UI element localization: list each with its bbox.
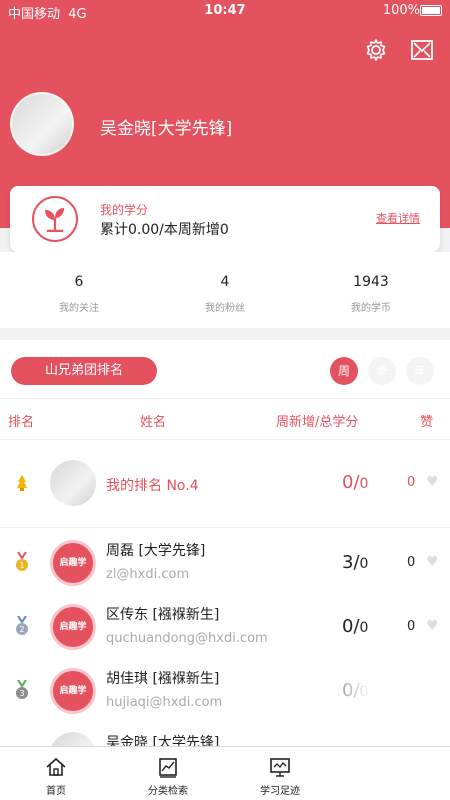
avatar: 启趣学 bbox=[50, 540, 96, 586]
avatar: 启趣学 bbox=[50, 668, 96, 714]
gear-icon[interactable] bbox=[364, 38, 388, 62]
medal-bronze-icon: 3 bbox=[16, 680, 28, 699]
member-email: hujiaqi@hxdi.com bbox=[106, 695, 223, 710]
my-rank-row[interactable]: 我的排名 No.4 0/0 0 ♥ bbox=[0, 440, 450, 528]
heart-icon[interactable]: ♥ bbox=[426, 618, 439, 634]
profile-avatar[interactable] bbox=[10, 92, 74, 156]
score-total: 0 bbox=[359, 620, 369, 636]
stat-followers[interactable]: 4 我的粉丝 bbox=[150, 274, 300, 314]
credit-value: 累计0.00/本周新增0 bbox=[100, 222, 229, 238]
bottom-tab-bar: 首页 分类检索 学习足迹 bbox=[0, 746, 450, 800]
message-icon[interactable] bbox=[410, 38, 434, 62]
group-ranking-button[interactable]: 山兄弟团排名 bbox=[11, 357, 157, 385]
svg-text:3: 3 bbox=[19, 689, 24, 698]
period-season-button[interactable]: 季 bbox=[368, 357, 396, 385]
profile-name: 吴金晓[大学先锋] bbox=[100, 119, 233, 139]
medal-silver-icon: 2 bbox=[16, 616, 28, 635]
member-name: 吴金晓 [大学先锋] bbox=[106, 735, 220, 746]
col-likes: 赞 bbox=[420, 415, 434, 430]
stat-label: 我的粉丝 bbox=[205, 303, 245, 314]
home-icon bbox=[46, 757, 66, 776]
thumb-up-icon bbox=[17, 475, 27, 491]
likes-count: 0 bbox=[407, 619, 416, 634]
col-score: 周新增/总学分 bbox=[276, 415, 359, 430]
stats-bar: 6 我的关注 4 我的粉丝 1943 我的学币 bbox=[0, 252, 450, 328]
svg-text:2: 2 bbox=[19, 625, 24, 634]
credit-card: 我的学分 累计0.00/本周新增0 查看详情 bbox=[10, 186, 440, 252]
stat-label: 我的关注 bbox=[59, 303, 99, 314]
score-week: 3/ bbox=[342, 552, 360, 573]
member-email: quchuandong@hxdi.com bbox=[106, 631, 268, 646]
tab-study-footprint[interactable]: 学习足迹 bbox=[224, 747, 336, 800]
col-name: 姓名 bbox=[140, 415, 167, 430]
ranking-table-header: 排名 姓名 周新增/总学分 赞 bbox=[0, 398, 450, 440]
col-rank: 排名 bbox=[8, 415, 35, 430]
table-row[interactable]: 2 启趣学 区传东 [襁褓新生] quchuandong@hxdi.com 0/… bbox=[0, 592, 450, 656]
avatar: 启趣学 bbox=[50, 604, 96, 650]
tab-category-search[interactable]: 分类检索 bbox=[112, 747, 224, 800]
svg-text:1: 1 bbox=[19, 561, 24, 570]
member-email: zl@hxdi.com bbox=[106, 567, 190, 582]
period-year-button[interactable]: 年 bbox=[406, 357, 434, 385]
tab-label: 分类检索 bbox=[148, 786, 188, 797]
avatar bbox=[50, 732, 96, 746]
score-week: 0/ bbox=[342, 472, 360, 493]
tab-home[interactable]: 首页 bbox=[0, 747, 112, 800]
likes-count: 0 bbox=[407, 475, 416, 490]
credit-title: 我的学分 bbox=[100, 203, 149, 217]
heart-icon[interactable]: ♥ bbox=[426, 474, 439, 490]
stat-number: 4 bbox=[220, 274, 230, 290]
stat-label: 我的学币 bbox=[351, 303, 391, 314]
sprout-icon bbox=[32, 196, 78, 242]
tab-label: 学习足迹 bbox=[260, 786, 300, 797]
period-week-button[interactable]: 周 bbox=[330, 357, 358, 385]
status-bar: 中国移动 4G 10:47 100% bbox=[0, 0, 450, 22]
monitor-icon bbox=[270, 758, 290, 777]
member-name: 区传东 [襁褓新生] bbox=[106, 607, 220, 623]
stat-coins[interactable]: 1943 我的学币 bbox=[296, 274, 446, 314]
battery-percent: 100% bbox=[382, 3, 420, 18]
score: 0/0 bbox=[342, 472, 368, 493]
score: 3/0 bbox=[342, 552, 368, 573]
score-total: 0 bbox=[359, 476, 369, 492]
my-rank-label: 我的排名 No.4 bbox=[106, 478, 199, 494]
stat-following[interactable]: 6 我的关注 bbox=[4, 274, 154, 314]
avatar bbox=[50, 460, 96, 506]
score: 0/0 bbox=[342, 616, 368, 637]
member-name: 周磊 [大学先锋] bbox=[106, 543, 206, 559]
tab-label: 首页 bbox=[46, 786, 66, 797]
table-row[interactable]: 1 启趣学 周磊 [大学先锋] zl@hxdi.com 3/0 0 ♥ bbox=[0, 528, 450, 592]
heart-icon[interactable]: ♥ bbox=[426, 554, 439, 570]
score-week: 0/ bbox=[342, 616, 360, 637]
stat-number: 6 bbox=[74, 274, 84, 290]
view-details-link[interactable]: 查看详情 bbox=[376, 210, 420, 226]
medal-gold-icon: 1 bbox=[16, 552, 28, 571]
score-total: 0 bbox=[359, 556, 369, 572]
member-name: 胡佳琪 [襁褓新生] bbox=[106, 671, 220, 687]
stat-number: 1943 bbox=[353, 274, 389, 290]
chart-icon bbox=[159, 758, 177, 778]
likes-count: 0 bbox=[407, 555, 416, 570]
battery-icon bbox=[420, 5, 442, 16]
